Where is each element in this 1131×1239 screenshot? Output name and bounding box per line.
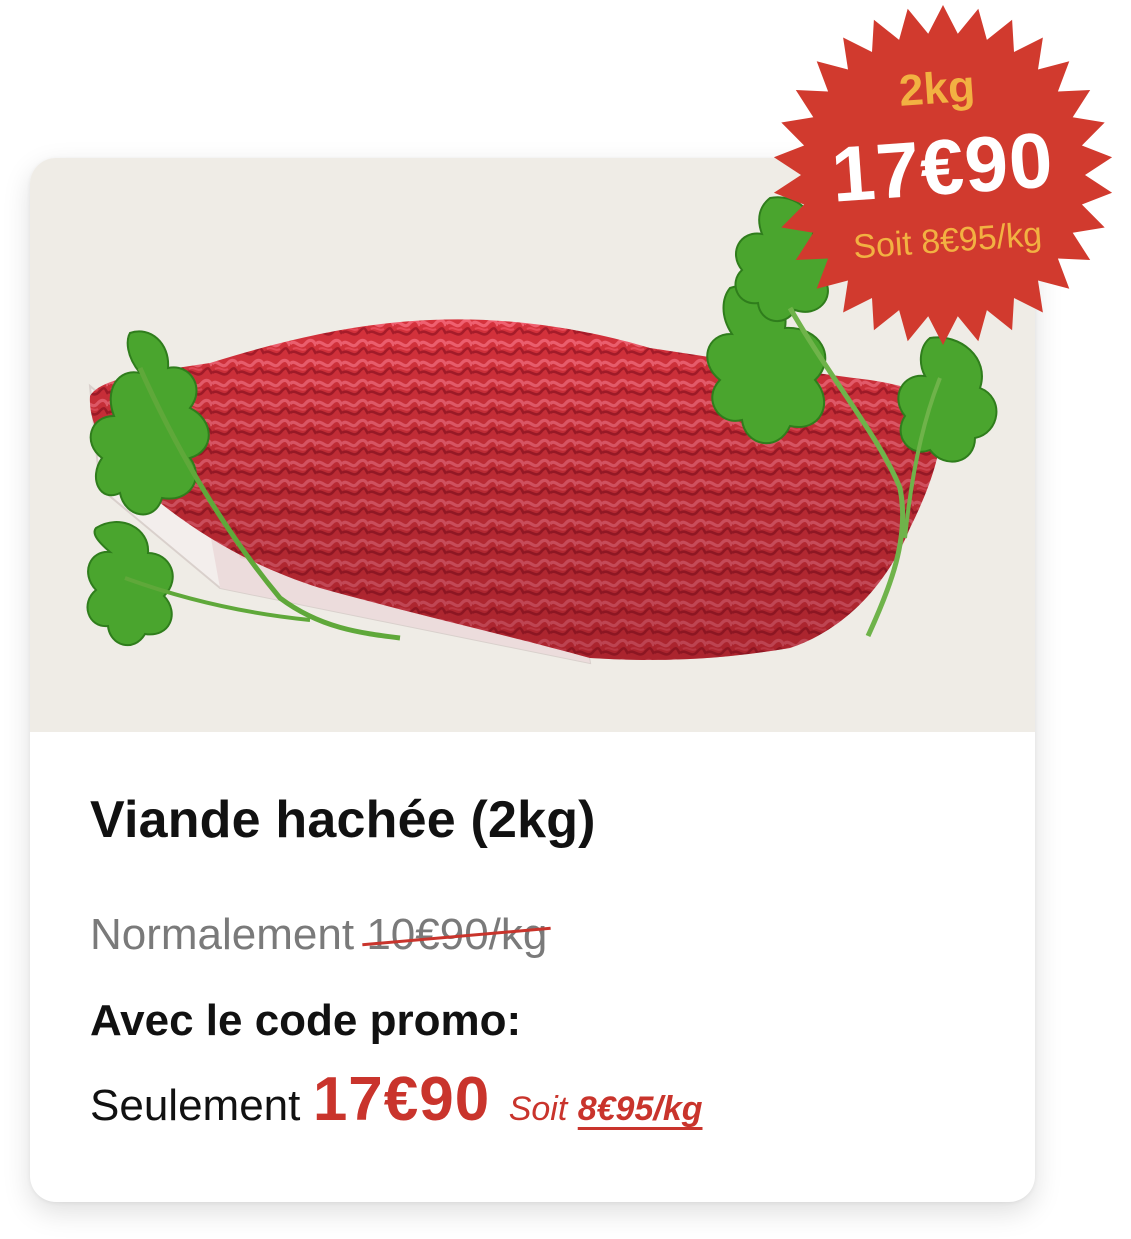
product-title: Viande hachée (2kg) — [90, 791, 596, 849]
final-price-label: Seulement — [90, 1081, 301, 1130]
promo-page: Viande hachée (2kg) Normalement 10€90/kg… — [0, 0, 1131, 1239]
badge-price: 17€90 — [828, 115, 1057, 219]
normal-price-label: Normalement — [90, 910, 355, 959]
per-kg-price: 8€95/kg — [577, 1090, 703, 1128]
promo-code-heading: Avec le code promo: — [90, 996, 522, 1045]
price-badge: 2kg 17€90 Soit 8€95/kg — [768, 0, 1118, 350]
badge-text-group: 2kg 17€90 Soit 8€95/kg — [756, 0, 1130, 362]
per-kg-prefix: Soit — [508, 1090, 568, 1128]
final-price-line: Seulement 17€90 Soit 8€95/kg — [90, 1064, 703, 1135]
old-price: 10€90/kg — [362, 910, 552, 960]
final-price: 17€90 — [312, 1065, 491, 1134]
normal-price-line: Normalement 10€90/kg — [90, 910, 552, 960]
